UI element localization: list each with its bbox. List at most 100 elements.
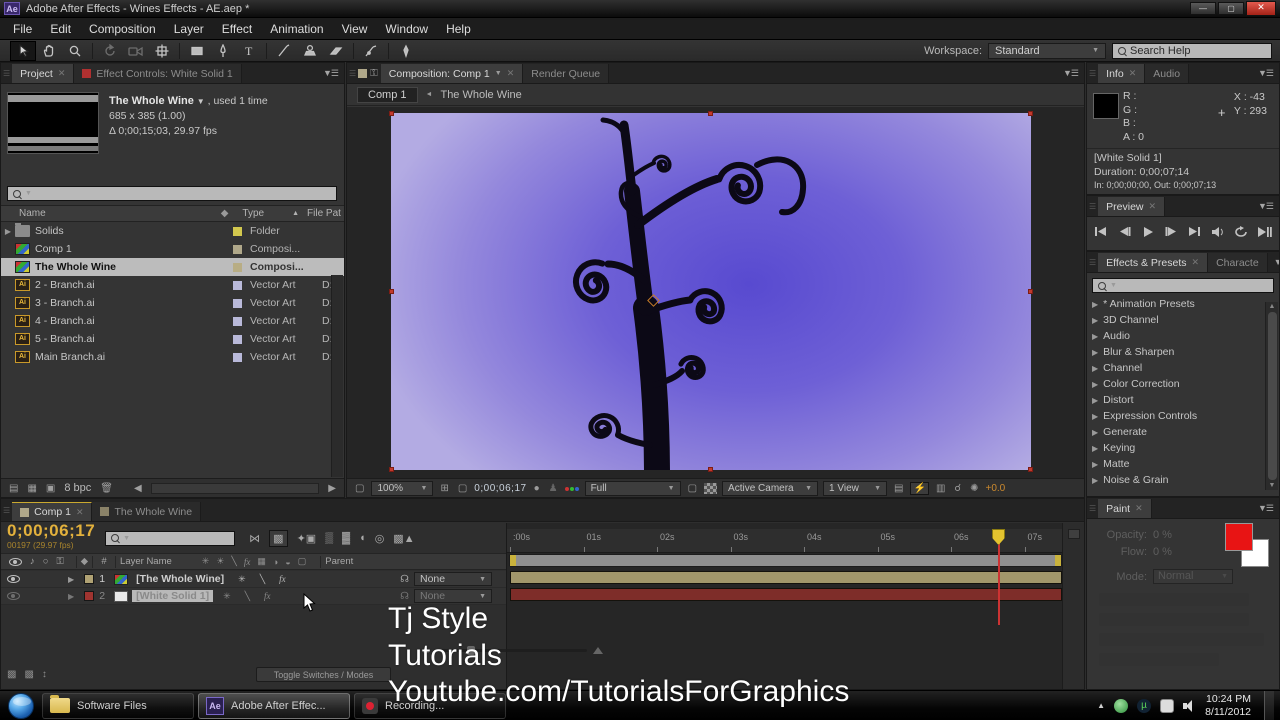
project-item-2-branch-ai[interactable]: Ai 2 - Branch.ai Vector Art D: [1,276,344,294]
ram-preview-button[interactable] [1255,223,1275,240]
menu-layer[interactable]: Layer [165,19,213,39]
selection-handle[interactable] [389,467,394,472]
panel-menu-icon[interactable]: ▼☰ [317,68,344,79]
menu-window[interactable]: Window [376,19,437,39]
effects-category-noise-grain[interactable]: ▶ Noise & Grain [1087,472,1279,488]
effects-category-audio[interactable]: ▶ Audio [1087,328,1279,344]
twirl-icon[interactable]: ▶ [1092,348,1098,357]
tab-timeline-comp1[interactable]: Comp 1 ✕ [12,502,93,521]
tab-paint[interactable]: Paint ✕ [1098,499,1152,518]
effects-scrollbar[interactable]: ▲ ▼ [1265,302,1278,490]
new-folder-icon[interactable]: ▦ [27,483,36,494]
effects-category-keying[interactable]: ▶ Keying [1087,440,1279,456]
effects-category-expression-controls[interactable]: ▶ Expression Controls [1087,408,1279,424]
label-swatch[interactable] [233,226,242,236]
last-frame-button[interactable] [1185,223,1205,240]
twirl-icon[interactable]: ▶ [1092,380,1098,389]
effects-category-3d-channel[interactable]: ▶ 3D Channel [1087,312,1279,328]
scroll-right-icon[interactable]: ▶ [328,483,336,494]
toggle-switches-modes-button[interactable]: Toggle Switches / Modes [256,667,391,682]
parent-column[interactable]: Parent [325,556,353,567]
tab-audio[interactable]: Audio [1145,64,1190,83]
transparency-grid-icon[interactable] [704,482,718,494]
timeline-search[interactable]: ▼ [105,530,236,546]
project-item-5-branch-ai[interactable]: Ai 5 - Branch.ai Vector Art D: [1,330,344,348]
fx-switch[interactable]: fx [264,591,271,601]
paint-opacity-value[interactable]: 0 % [1153,527,1172,544]
effects-category-matte[interactable]: ▶ Matte [1087,456,1279,472]
panel-menu-icon[interactable]: ▼☰ [1252,201,1279,212]
new-comp-icon[interactable]: ▣ [46,483,55,494]
loop-button[interactable] [1231,223,1251,240]
panel-menu-icon[interactable]: ▼☰ [1252,503,1279,514]
system-clock[interactable]: 10:24 PM 8/11/2012 [1205,693,1255,719]
frame-blending-icon[interactable]: ▒ [325,532,333,544]
twirl-icon[interactable]: ▶ [1092,396,1098,405]
tray-expand-icon[interactable]: ▲ [1097,701,1105,710]
volume-tray-icon[interactable] [1183,699,1196,712]
minimize-button[interactable]: — [1190,2,1216,15]
camera-tool[interactable] [123,41,149,61]
label-swatch[interactable] [233,262,242,272]
pen-tool[interactable] [210,41,236,61]
brainstorm-icon[interactable]: ◖ [359,532,366,544]
flowchart-icon[interactable]: ☌ [952,483,963,494]
menu-effect[interactable]: Effect [213,19,261,39]
pan-behind-tool[interactable] [149,41,175,61]
current-time-display[interactable]: 0;00;06;17 00197 (29.97 fps) [1,522,101,552]
label-swatch[interactable] [233,280,242,290]
twirl-icon[interactable]: ▶ [1092,428,1098,437]
label-swatch[interactable] [233,352,242,362]
pixel-aspect-icon[interactable]: ▤ [892,483,905,494]
rotation-tool[interactable] [97,41,123,61]
project-item-comp-1[interactable]: Comp 1 Composi... [1,240,344,258]
twirl-icon[interactable]: ▶ [68,575,74,584]
brush-tool[interactable] [271,41,297,61]
clone-stamp-tool[interactable] [297,41,323,61]
camera-dropdown[interactable]: Active Camera ▼ [722,480,819,496]
tab-render-queue[interactable]: Render Queue [523,64,610,83]
twirl-icon[interactable]: ▶ [1092,364,1098,373]
grid-guides-icon[interactable]: ⊞ [438,483,450,494]
selection-tool[interactable] [10,40,36,61]
composition-canvas[interactable] [389,111,1033,472]
selection-handle[interactable] [1028,289,1033,294]
label-swatch[interactable] [233,334,242,344]
eraser-tool[interactable] [323,41,349,61]
paint-flow-value[interactable]: 0 % [1153,544,1172,561]
twirl-icon[interactable]: ▶ [1,227,15,236]
clipboard-tray-icon[interactable] [1160,698,1175,713]
layer-color-swatch[interactable] [84,574,95,584]
project-item-solids[interactable]: ▶ Solids Folder [1,222,344,240]
effects-search[interactable]: ▼ [1092,278,1274,293]
tab-effect-controls[interactable]: Effect Controls: White Solid 1 [74,64,242,83]
interpret-footage-icon[interactable]: ▤ [9,483,18,494]
hand-tool[interactable] [36,41,62,61]
project-search[interactable]: ▼ [7,186,337,201]
timeline-vscrollbar[interactable] [1062,523,1084,689]
reset-exposure-icon[interactable]: ✺ [968,483,980,494]
mask-visibility-icon[interactable]: ▢ [456,483,469,494]
expand-time-icon[interactable]: ↕ [42,669,47,680]
parent-dropdown[interactable]: None ▼ [414,572,492,586]
work-area-start-handle[interactable] [510,555,516,566]
work-area-bar[interactable] [509,554,1062,567]
network-tray-icon[interactable] [1114,698,1129,713]
collapse-switch[interactable]: ✳ [223,591,231,602]
draft-3d-icon[interactable]: ✦▣ [297,532,317,545]
work-area-end-handle[interactable] [1055,555,1061,566]
paint-mode-dropdown[interactable]: Normal ▼ [1153,569,1233,584]
region-of-interest-icon[interactable]: ▢ [686,483,699,494]
start-button[interactable] [8,692,34,719]
always-preview-icon[interactable]: ▢ [353,483,366,494]
graph-editor-icon[interactable]: ▩▲ [393,532,414,545]
play-button[interactable] [1138,223,1158,240]
layer-row-1[interactable]: ▶ 1 [The Whole Wine] ✳ ╲ fx ☊ None ▼ [1,571,506,588]
twirl-icon[interactable]: ▶ [68,592,74,601]
menu-composition[interactable]: Composition [80,19,165,39]
show-desktop-button[interactable] [1264,690,1274,720]
menu-animation[interactable]: Animation [261,19,332,39]
tab-timeline-whole-wine[interactable]: The Whole Wine [92,502,202,521]
panel-menu-icon[interactable]: ▼☰ [1252,68,1279,79]
layer-name-column[interactable]: Layer Name [120,556,172,567]
